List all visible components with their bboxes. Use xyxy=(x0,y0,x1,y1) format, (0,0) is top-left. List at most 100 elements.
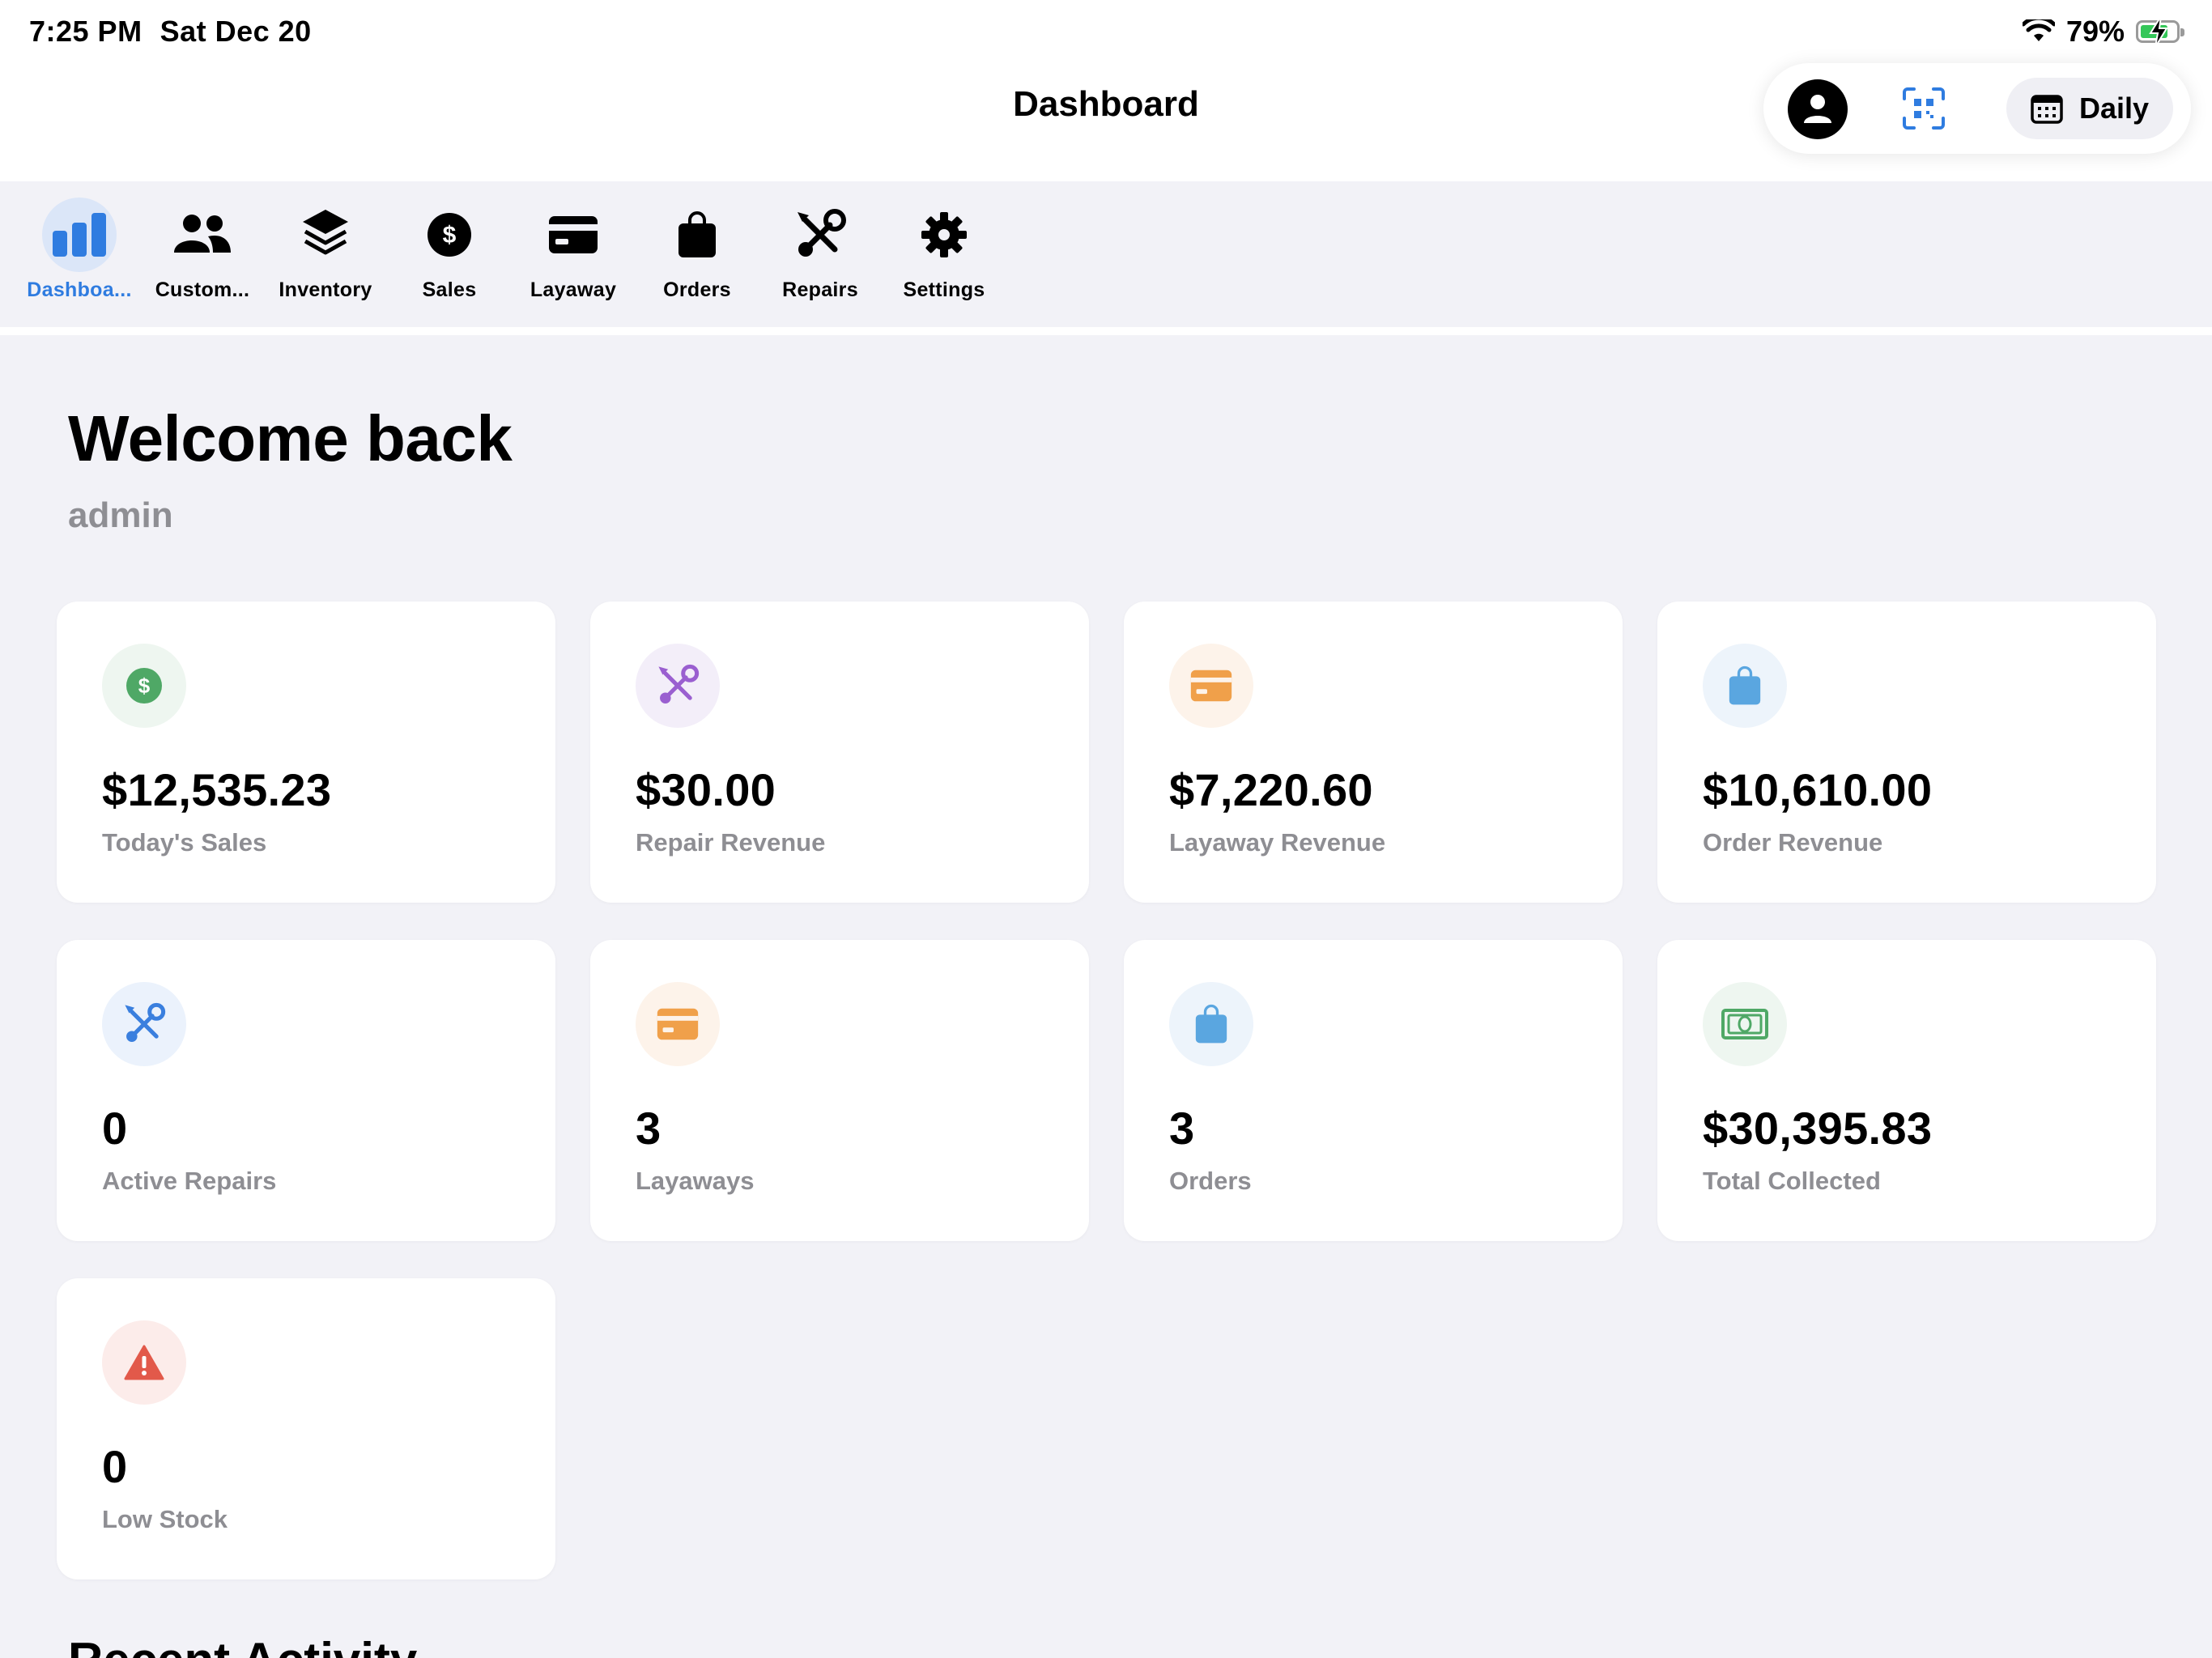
period-label: Daily xyxy=(2079,91,2150,125)
dollar-icon: $ xyxy=(126,668,162,704)
card-value: 0 xyxy=(102,1103,128,1154)
tab-repairs[interactable]: Repairs xyxy=(755,198,885,319)
stat-card-total-collected[interactable]: $30,395.83 Total Collected xyxy=(1657,940,2156,1241)
card-value: 3 xyxy=(636,1103,661,1154)
stat-card-todays-sales[interactable]: $ $12,535.23 Today's Sales xyxy=(57,602,555,903)
tab-label: Repairs xyxy=(782,278,858,301)
card-label: Today's Sales xyxy=(102,828,267,857)
card-label: Active Repairs xyxy=(102,1167,277,1195)
stat-card-repair-revenue[interactable]: $30.00 Repair Revenue xyxy=(590,602,1089,903)
card-icon-container xyxy=(1703,644,1787,728)
welcome-title: Welcome back xyxy=(68,402,513,474)
card-icon-container xyxy=(1703,982,1787,1066)
qr-scan-button[interactable] xyxy=(1901,86,1946,131)
tab-label: Sales xyxy=(422,278,477,301)
recent-activity-heading: Recent Activity xyxy=(68,1632,417,1658)
card-label: Layaways xyxy=(636,1167,755,1195)
tab-divider xyxy=(0,327,2212,335)
people-icon xyxy=(174,215,231,253)
tab-dashboard[interactable]: Dashboa... xyxy=(15,198,144,319)
credit-card-icon xyxy=(549,216,598,253)
card-icon-container xyxy=(102,1320,186,1405)
stat-card-active-repairs[interactable]: 0 Active Repairs xyxy=(57,940,555,1241)
card-icon-container xyxy=(1169,644,1253,728)
tab-icon-container xyxy=(536,198,610,272)
gear-icon xyxy=(921,212,967,257)
status-indicators: 79% xyxy=(2022,11,2184,52)
app-root: 7:25 PM Sat Dec 20 79% Dashboard Daily D… xyxy=(0,0,2212,1658)
tab-icon-container xyxy=(165,198,240,272)
card-value: $30.00 xyxy=(636,764,776,815)
warning-icon xyxy=(124,1345,164,1380)
card-value: 0 xyxy=(102,1441,128,1492)
card-value: $12,535.23 xyxy=(102,764,332,815)
tab-bar: Dashboa... Custom... Inventory $ Sales L… xyxy=(0,181,2212,327)
tab-icon-container xyxy=(783,198,857,272)
tab-icon-container: $ xyxy=(412,198,487,272)
card-value: $10,610.00 xyxy=(1703,764,1933,815)
card-icon-container xyxy=(636,982,720,1066)
profile-button[interactable] xyxy=(1788,79,1848,139)
person-icon xyxy=(1804,95,1831,123)
tab-icon-container xyxy=(907,198,981,272)
tab-label: Dashboa... xyxy=(27,278,132,301)
wifi-icon xyxy=(2022,19,2055,41)
battery-cap xyxy=(2180,28,2184,36)
stat-card-layaways[interactable]: 3 Layaways xyxy=(590,940,1089,1241)
bag-icon xyxy=(1195,1004,1227,1044)
tab-label: Settings xyxy=(903,278,985,301)
card-label: Order Revenue xyxy=(1703,828,1883,857)
stat-card-order-revenue[interactable]: $10,610.00 Order Revenue xyxy=(1657,602,2156,903)
qr-scan-icon xyxy=(1903,87,1945,130)
tab-icon-container xyxy=(288,198,363,272)
tab-label: Inventory xyxy=(279,278,372,301)
svg-text:$: $ xyxy=(443,222,457,249)
charging-bolt-icon xyxy=(2149,16,2168,47)
card-value: $30,395.83 xyxy=(1703,1103,1933,1154)
card-label: Layaway Revenue xyxy=(1169,828,1386,857)
nav-actions-group: Daily xyxy=(1763,63,2191,154)
period-selector-button[interactable]: Daily xyxy=(2006,78,2173,139)
stat-card-low-stock[interactable]: 0 Low Stock xyxy=(57,1278,555,1579)
card-value: 3 xyxy=(1169,1103,1195,1154)
status-clock: 7:25 PM Sat Dec 20 xyxy=(29,15,312,49)
status-time: 7:25 PM xyxy=(29,15,143,48)
bar-chart-icon xyxy=(53,213,106,257)
tab-inventory[interactable]: Inventory xyxy=(261,198,390,319)
tab-customers[interactable]: Custom... xyxy=(138,198,267,319)
svg-text:$: $ xyxy=(138,674,151,698)
calendar-icon xyxy=(2031,95,2063,124)
dollar-circle-icon: $ xyxy=(428,213,471,257)
tab-label: Layaway xyxy=(530,278,617,301)
bag-icon xyxy=(1729,665,1761,705)
battery-icon xyxy=(2136,16,2184,47)
card-icon-container: $ xyxy=(102,644,186,728)
tab-label: Custom... xyxy=(155,278,250,301)
card-icon-container xyxy=(1169,982,1253,1066)
banknote-icon xyxy=(1721,1009,1768,1039)
tools-icon xyxy=(658,664,700,704)
credit-card-icon xyxy=(1190,670,1232,702)
tools-icon xyxy=(125,1002,166,1042)
wrench-screwdriver-icon xyxy=(798,209,846,257)
stat-card-layaway-revenue[interactable]: $7,220.60 Layaway Revenue xyxy=(1124,602,1623,903)
tab-orders[interactable]: Orders xyxy=(632,198,762,319)
card-value: $7,220.60 xyxy=(1169,764,1373,815)
status-date: Sat Dec 20 xyxy=(160,15,312,48)
card-label: Repair Revenue xyxy=(636,828,826,857)
card-label: Orders xyxy=(1169,1167,1252,1195)
tab-settings[interactable]: Settings xyxy=(879,198,1009,319)
tab-sales[interactable]: $ Sales xyxy=(385,198,514,319)
card-icon-container xyxy=(102,982,186,1066)
shopping-bag-icon xyxy=(678,211,716,257)
stat-card-orders[interactable]: 3 Orders xyxy=(1124,940,1623,1241)
tab-icon-container xyxy=(42,198,117,272)
card-label: Total Collected xyxy=(1703,1167,1881,1195)
card-label: Low Stock xyxy=(102,1505,228,1533)
credit-card-icon xyxy=(657,1008,699,1040)
welcome-username: admin xyxy=(68,495,173,535)
tab-icon-container xyxy=(660,198,734,272)
top-bar: 7:25 PM Sat Dec 20 79% Dashboard Daily xyxy=(0,0,2212,181)
battery-percent: 79% xyxy=(2065,15,2125,48)
tab-layaway[interactable]: Layaway xyxy=(508,198,638,319)
